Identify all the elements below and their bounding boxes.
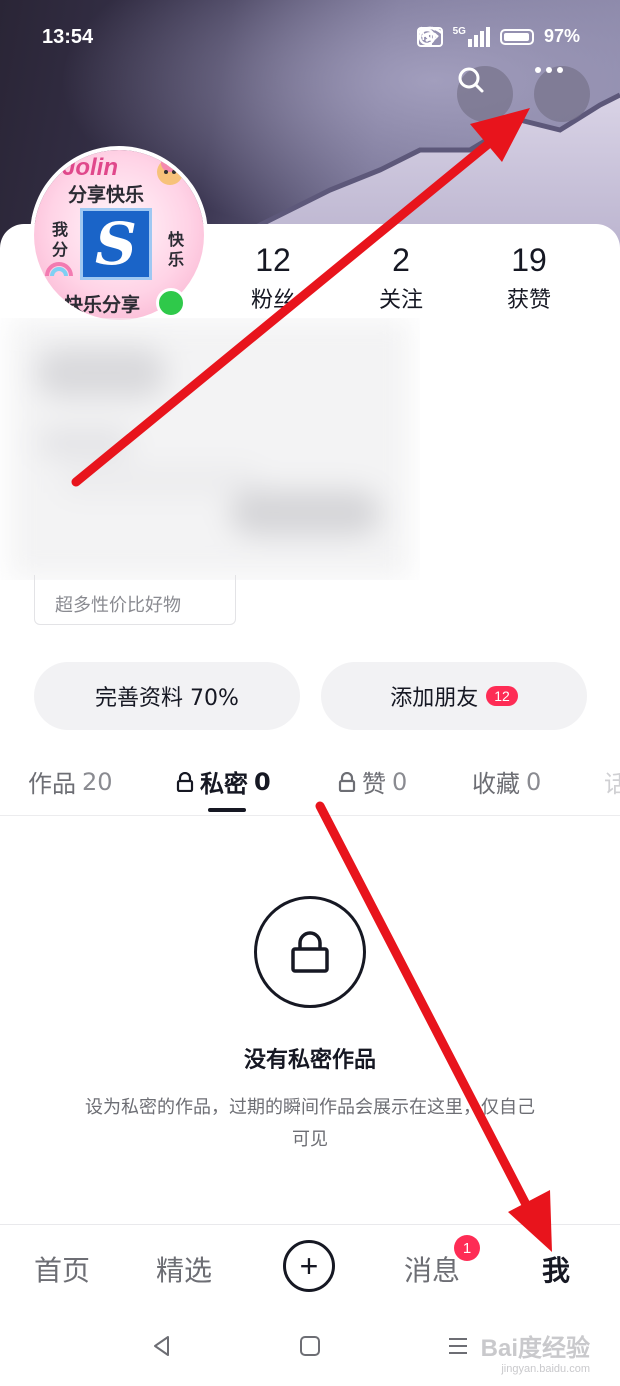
shop-entry-card[interactable]: 超多性价比好物 [34, 575, 236, 625]
complete-profile-button[interactable]: 完善资料 70% [34, 662, 300, 730]
avatar-logo: S [80, 208, 152, 280]
messages-badge: 1 [454, 1235, 480, 1261]
tab-overflow[interactable]: 话 [604, 764, 620, 799]
tabs-divider [0, 815, 620, 816]
more-icon [535, 67, 563, 73]
tab-favorites[interactable]: 收藏 0 [472, 764, 541, 799]
empty-state-title: 没有私密作品 [243, 1048, 376, 1073]
add-friends-button[interactable]: 添加朋友 12 [321, 662, 587, 730]
back-icon[interactable] [150, 1334, 174, 1358]
shop-subtitle: 超多性价比好物 [55, 595, 181, 616]
tab-works[interactable]: 作品 20 [28, 764, 113, 799]
battery-percent: 97% [543, 26, 580, 46]
status-bar: 13:54 HD 5G 97% [0, 0, 620, 76]
bottom-nav: 首页 精选 + 消息 1 我 [0, 1224, 620, 1311]
avatar-sticker-icon [157, 154, 183, 185]
stat-following[interactable]: 2 关注 [346, 240, 456, 314]
blurred-profile-info [0, 318, 420, 580]
online-status-dot [156, 288, 186, 318]
empty-state-description: 设为私密的作品，过期的瞬间作品会展示在这里，仅自己可见 [85, 1097, 535, 1150]
tab-liked[interactable]: 赞 0 [338, 764, 407, 799]
lock-icon [291, 931, 329, 973]
wifi-icon [416, 26, 443, 46]
rainbow-sticker-icon [45, 262, 73, 277]
empty-lock-circle [254, 896, 366, 1008]
watermark: Bai度经验 jingyan.baidu.com [480, 1335, 590, 1375]
home-icon[interactable] [298, 1334, 322, 1358]
system-nav-bar: Bai度经验 jingyan.baidu.com [0, 1310, 620, 1386]
battery-icon [499, 28, 534, 45]
status-icons: HD 5G 97% [416, 26, 580, 47]
tab-private[interactable]: 私密 0 [176, 764, 271, 799]
signal-icon: 5G [453, 26, 490, 47]
nav-featured[interactable]: 精选 [156, 1249, 212, 1289]
active-tab-indicator [208, 808, 246, 812]
search-button[interactable] [457, 66, 513, 122]
recents-icon[interactable] [446, 1334, 470, 1358]
search-icon [458, 67, 484, 93]
nav-home[interactable]: 首页 [34, 1249, 90, 1289]
create-button[interactable]: + [283, 1240, 335, 1292]
nav-me[interactable]: 我 [542, 1249, 570, 1289]
stat-followers[interactable]: 12 粉丝 [218, 240, 328, 314]
lock-icon [176, 771, 194, 792]
plus-icon: + [299, 1247, 319, 1284]
stat-likes[interactable]: 19 获赞 [474, 240, 584, 314]
status-time: 13:54 [42, 26, 94, 48]
lock-icon [338, 771, 356, 792]
nav-messages[interactable]: 消息 [404, 1249, 460, 1289]
add-friends-badge: 12 [486, 686, 518, 706]
more-button[interactable] [534, 66, 590, 122]
